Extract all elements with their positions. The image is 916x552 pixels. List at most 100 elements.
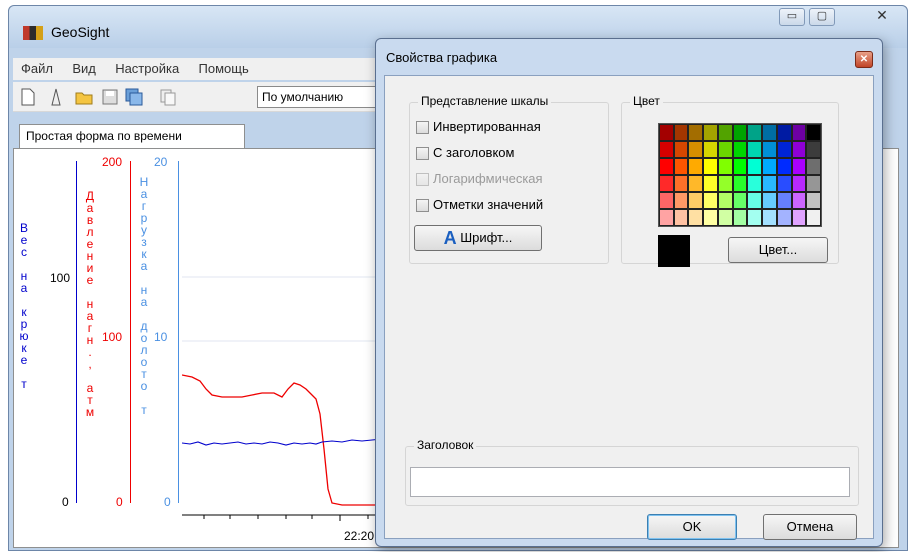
palette-swatch[interactable]: [717, 192, 733, 209]
menu-file[interactable]: Файл: [13, 58, 61, 79]
palette-swatch[interactable]: [776, 192, 792, 209]
palette-swatch[interactable]: [776, 158, 792, 175]
palette-swatch[interactable]: [703, 124, 718, 141]
palette-swatch[interactable]: [673, 141, 689, 158]
palette-swatch[interactable]: [673, 124, 689, 141]
palette-swatch[interactable]: [732, 158, 748, 175]
palette-swatch[interactable]: [673, 192, 689, 209]
save-icon[interactable]: [101, 88, 119, 106]
palette-swatch[interactable]: [673, 209, 689, 226]
palette-swatch[interactable]: [806, 192, 821, 209]
palette-swatch[interactable]: [791, 124, 807, 141]
palette-swatch[interactable]: [659, 209, 674, 226]
palette-swatch[interactable]: [762, 141, 777, 158]
font-button[interactable]: A Шрифт...: [414, 225, 542, 251]
palette-swatch[interactable]: [791, 192, 807, 209]
palette-swatch[interactable]: [806, 141, 821, 158]
palette-swatch[interactable]: [688, 175, 704, 192]
palette-swatch[interactable]: [688, 124, 704, 141]
palette-swatch[interactable]: [791, 158, 807, 175]
new-file-icon[interactable]: [19, 88, 37, 106]
ok-button[interactable]: OK: [647, 514, 737, 540]
palette-swatch[interactable]: [747, 175, 763, 192]
palette-swatch[interactable]: [806, 175, 821, 192]
copy-icon[interactable]: [159, 88, 177, 106]
heading-group: Заголовок: [405, 438, 859, 506]
palette-swatch[interactable]: [688, 192, 704, 209]
maximize-button[interactable]: ▢: [809, 8, 835, 26]
palette-swatch[interactable]: [732, 192, 748, 209]
font-icon: A: [443, 228, 457, 249]
palette-swatch[interactable]: [732, 141, 748, 158]
menu-view[interactable]: Вид: [64, 58, 104, 79]
save-all-icon[interactable]: [125, 88, 143, 106]
minimize-button[interactable]: ▭: [779, 8, 805, 26]
palette-swatch[interactable]: [762, 192, 777, 209]
palette-swatch[interactable]: [717, 141, 733, 158]
palette-swatch[interactable]: [762, 209, 777, 226]
open-folder-icon[interactable]: [75, 88, 93, 106]
pressure-axis-line: [130, 161, 131, 503]
palette-swatch[interactable]: [659, 175, 674, 192]
checkbox-box[interactable]: [416, 121, 429, 135]
palette-swatch[interactable]: [747, 192, 763, 209]
palette-swatch[interactable]: [776, 209, 792, 226]
heading-input[interactable]: [410, 467, 850, 497]
rig-icon[interactable]: [47, 88, 65, 106]
palette-swatch[interactable]: [762, 158, 777, 175]
dialog-close-button[interactable]: ✕: [855, 51, 873, 68]
palette-swatch[interactable]: [688, 141, 704, 158]
palette-swatch[interactable]: [659, 158, 674, 175]
checkbox-inverted[interactable]: Инвертированная: [416, 119, 541, 135]
checkbox-value-marks[interactable]: Отметки значений: [416, 197, 543, 213]
palette-swatch[interactable]: [673, 175, 689, 192]
checkbox-box[interactable]: [416, 147, 429, 161]
palette-swatch[interactable]: [747, 209, 763, 226]
checkbox-with-title[interactable]: С заголовком: [416, 145, 514, 161]
palette-swatch[interactable]: [747, 158, 763, 175]
palette-swatch[interactable]: [659, 124, 674, 141]
checkbox-box[interactable]: [416, 199, 429, 213]
color-palette[interactable]: [658, 123, 822, 227]
palette-swatch[interactable]: [717, 175, 733, 192]
palette-swatch[interactable]: [717, 124, 733, 141]
tab-simple-time-form[interactable]: Простая форма по времени: [19, 124, 245, 148]
weight-scale-label: Вес на крюке т: [17, 221, 31, 389]
palette-swatch[interactable]: [732, 124, 748, 141]
color-button[interactable]: Цвет...: [728, 237, 828, 263]
palette-swatch[interactable]: [703, 192, 718, 209]
palette-swatch[interactable]: [762, 175, 777, 192]
palette-swatch[interactable]: [688, 158, 704, 175]
palette-swatch[interactable]: [703, 209, 718, 226]
palette-swatch[interactable]: [776, 141, 792, 158]
palette-swatch[interactable]: [717, 158, 733, 175]
preset-select[interactable]: По умолчанию: [257, 86, 387, 108]
palette-swatch[interactable]: [776, 124, 792, 141]
palette-swatch[interactable]: [703, 158, 718, 175]
palette-swatch[interactable]: [703, 175, 718, 192]
palette-swatch[interactable]: [659, 141, 674, 158]
palette-swatch[interactable]: [747, 141, 763, 158]
menu-help[interactable]: Помощь: [191, 58, 257, 79]
palette-swatch[interactable]: [806, 124, 821, 141]
palette-swatch[interactable]: [791, 175, 807, 192]
palette-swatch[interactable]: [703, 141, 718, 158]
palette-swatch[interactable]: [791, 209, 807, 226]
palette-swatch[interactable]: [732, 175, 748, 192]
palette-swatch[interactable]: [717, 209, 733, 226]
close-window-button[interactable]: ✕: [863, 8, 901, 26]
palette-swatch[interactable]: [673, 158, 689, 175]
palette-swatch[interactable]: [806, 158, 821, 175]
palette-swatch[interactable]: [688, 209, 704, 226]
palette-swatch[interactable]: [791, 141, 807, 158]
palette-swatch[interactable]: [806, 209, 821, 226]
cancel-button[interactable]: Отмена: [763, 514, 857, 540]
series-pressure: [182, 374, 392, 506]
palette-swatch[interactable]: [776, 175, 792, 192]
menu-settings[interactable]: Настройка: [107, 58, 187, 79]
palette-swatch[interactable]: [762, 124, 777, 141]
palette-swatch[interactable]: [659, 192, 674, 209]
palette-swatch[interactable]: [732, 209, 748, 226]
palette-swatch[interactable]: [747, 124, 763, 141]
pressure-scale-label: Давление нагн., атм: [83, 189, 97, 417]
